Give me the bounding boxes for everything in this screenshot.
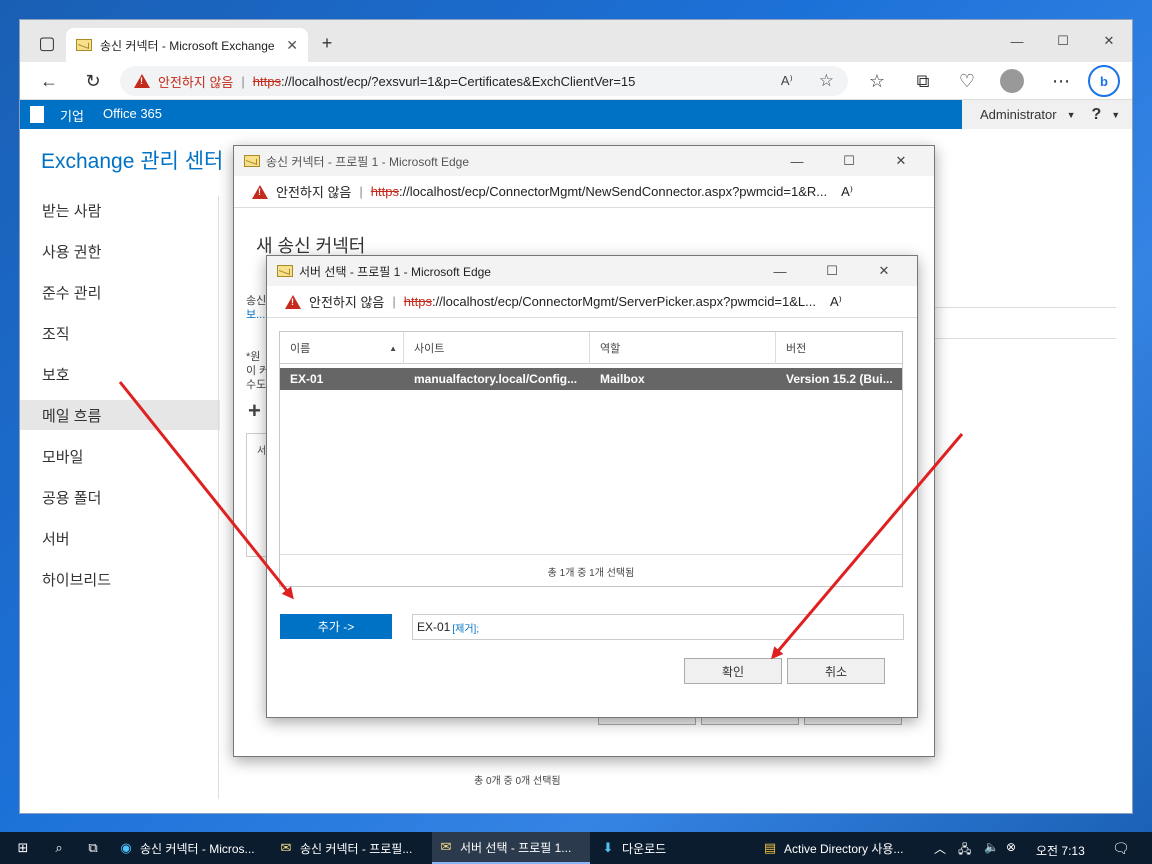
exchange-icon: ✉ — [440, 839, 452, 854]
clock[interactable]: 오전 7:13 — [1036, 842, 1085, 859]
active-directory-icon: ▤ — [763, 840, 777, 855]
task-view-icon: ⧉ — [88, 840, 98, 855]
taskbar: ⊞ ⌕ ⧉ ◉ 송신 커넥터 - Micros... ✉ 송신 커넥터 - 프로… — [0, 832, 1152, 864]
start-button[interactable]: ⊞ — [6, 832, 40, 864]
taskbar-item-active-directory[interactable]: ▤ Active Directory 사용... — [756, 832, 914, 864]
annotation-arrows — [118, 381, 964, 660]
windows-icon: ⊞ — [17, 840, 29, 855]
taskbar-item-server-picker[interactable]: ✉ 서버 선택 - 프로필 1... — [432, 832, 590, 864]
chevron-up-icon[interactable]: ︿ — [934, 840, 946, 857]
arrow-to-ok-button — [771, 433, 964, 660]
action-center-icon[interactable]: 🗨 — [1112, 840, 1130, 857]
edge-icon: ◉ — [120, 840, 132, 855]
search-icon: ⌕ — [55, 840, 63, 855]
network-icon[interactable]: 🖧 — [958, 840, 971, 861]
exchange-icon: ✉ — [280, 840, 292, 855]
notification-error-icon[interactable]: ⊗ — [1006, 840, 1016, 854]
volume-icon[interactable]: 🔈 — [984, 840, 999, 854]
download-icon: ⬇ — [602, 840, 614, 855]
taskbar-item-send-connector[interactable]: ✉ 송신 커넥터 - 프로필... — [272, 832, 430, 864]
task-view-button[interactable]: ⧉ — [76, 832, 110, 864]
taskbar-item-downloads[interactable]: ⬇ 다운로드 — [594, 832, 752, 864]
taskbar-item-edge[interactable]: ◉ 송신 커넥터 - Micros... — [112, 832, 270, 864]
arrow-to-add-button — [118, 381, 294, 600]
search-button[interactable]: ⌕ — [42, 832, 76, 864]
